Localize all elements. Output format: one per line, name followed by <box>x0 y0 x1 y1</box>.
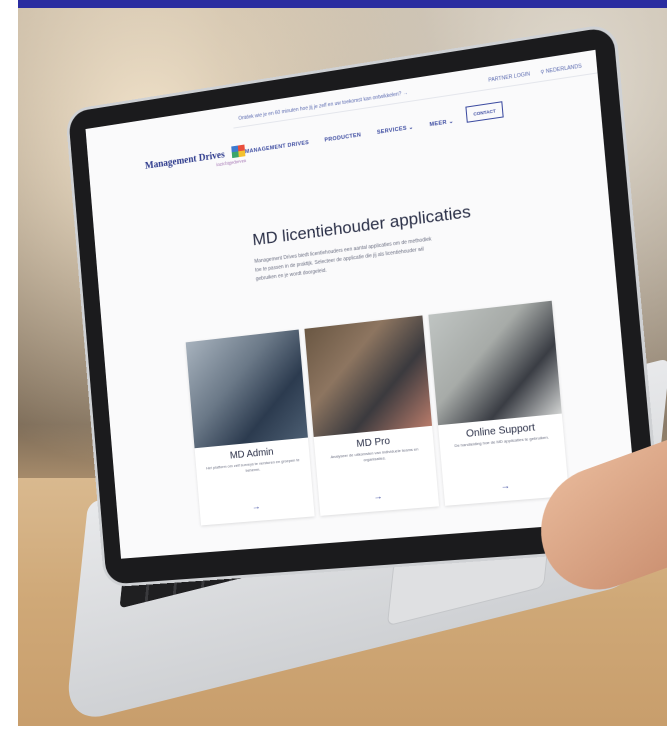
card-md-admin[interactable]: MD Admin Het platform om zelf surveys te… <box>185 329 315 526</box>
laptop-screen: Ontdek wie je en 60 minuten hoe jij je z… <box>85 49 638 559</box>
nav-item-services[interactable]: SERVICES ⌄ <box>377 125 414 136</box>
card-online-support[interactable]: Online Support De handleiding hoe de MD … <box>428 300 570 506</box>
location-pin-icon: ⚲ <box>540 69 545 76</box>
main-nav: MANAGEMENT DRIVES PRODUCTEN SERVICES ⌄ M… <box>245 119 454 156</box>
arrow-right-icon[interactable]: → <box>199 497 313 516</box>
arrow-right-icon[interactable]: → <box>319 486 438 506</box>
nav-item-meer[interactable]: MEER ⌄ <box>429 119 454 129</box>
language-label: NEDERLANDS <box>545 63 583 76</box>
laptop-photo: Ontdek wie je en 60 minuten hoe jij je z… <box>18 8 667 726</box>
card-image <box>428 300 562 426</box>
site-logo[interactable]: Management Drives inzichtgedreven <box>144 142 246 179</box>
nav-item-producten[interactable]: PRODUCTEN <box>324 132 361 143</box>
card-md-pro[interactable]: MD Pro Analyseer de uitkomsten van indiv… <box>304 315 440 516</box>
card-image <box>185 329 308 449</box>
top-accent-bar <box>18 0 667 8</box>
application-cards: MD Admin Het platform om zelf surveys te… <box>185 300 570 526</box>
utility-bar: Ontdek wie je en 60 minuten hoe jij je z… <box>232 55 598 129</box>
utility-notice-link[interactable]: Ontdek wie je en 60 minuten hoe jij je z… <box>238 90 408 122</box>
page-title: MD licentiehouder applicaties <box>251 201 472 250</box>
partner-login-link[interactable]: PARTNER LOGIN <box>488 71 530 83</box>
contact-button[interactable]: CONTACT <box>465 101 504 123</box>
nav-item-management-drives[interactable]: MANAGEMENT DRIVES <box>245 140 310 155</box>
card-image <box>304 315 433 437</box>
logo-mark-icon <box>231 144 246 159</box>
language-selector[interactable]: ⚲ NEDERLANDS <box>540 63 582 75</box>
arrow-right-icon[interactable]: → <box>443 475 568 495</box>
